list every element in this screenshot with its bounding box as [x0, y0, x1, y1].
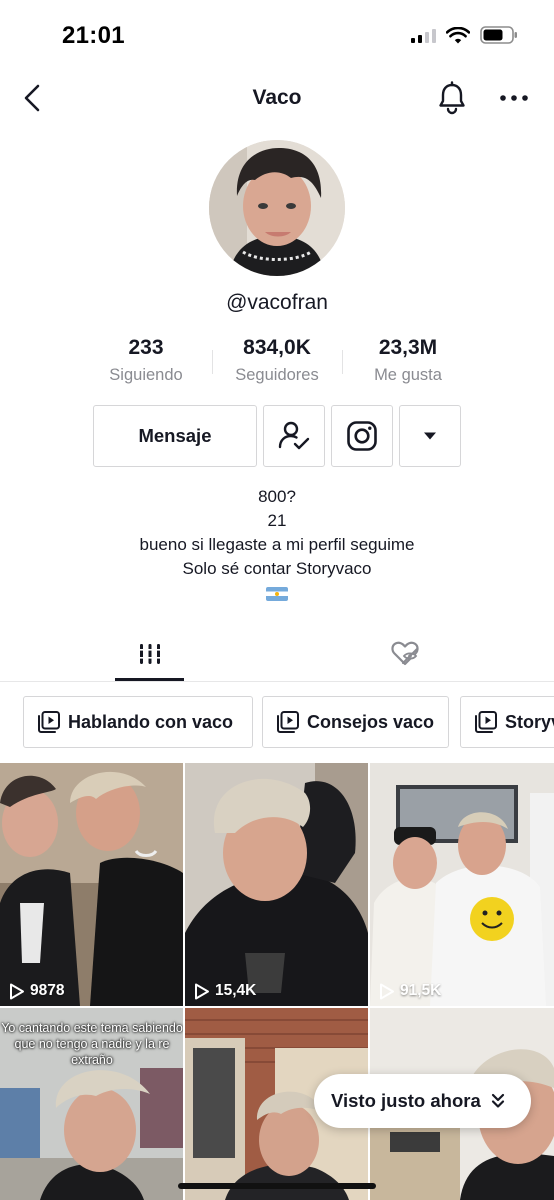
- following-status-button[interactable]: [263, 405, 325, 467]
- play-outline-icon: [10, 983, 24, 999]
- message-button-label: Mensaje: [138, 425, 212, 446]
- caret-down-icon: [424, 432, 436, 440]
- play-outline-icon: [195, 983, 209, 999]
- bio-line: 800?: [258, 487, 296, 506]
- video-caption: Yo cantando este tema sabiendo que no te…: [1, 1021, 183, 1067]
- status-time: 21:01: [62, 22, 125, 49]
- tab-videos[interactable]: [95, 626, 205, 682]
- bio-line: Solo sé contar Storyvaco: [182, 559, 372, 578]
- instagram-button[interactable]: [331, 405, 393, 467]
- thumbnail-image: [0, 763, 183, 1006]
- playlist-chip[interactable]: Consejos vaco: [262, 696, 449, 748]
- tab-liked[interactable]: [350, 626, 460, 682]
- stat-followers-label: Seguidores: [235, 366, 319, 384]
- wifi-icon: [446, 26, 470, 43]
- play-outline-icon: [380, 983, 394, 999]
- instagram-icon: [347, 421, 377, 451]
- avatar[interactable]: [209, 140, 345, 276]
- username: @vacofran: [226, 291, 328, 314]
- hidden-heart-icon: [391, 641, 419, 666]
- home-indicator[interactable]: [178, 1183, 376, 1189]
- profile-tabs: [0, 626, 554, 682]
- playlist-chip[interactable]: Hablando con vaco: [23, 696, 253, 748]
- grid-icon: [138, 644, 162, 664]
- thumbnail-image: [185, 763, 368, 1006]
- profile-stats: 233 Siguiendo 834,0K Seguidores 23,3M Me…: [0, 336, 554, 392]
- bio-line: 21: [267, 511, 287, 530]
- status-icons: [411, 26, 518, 44]
- status-bar: 21:01: [0, 0, 554, 70]
- thumbnail-image: [370, 763, 554, 1006]
- view-count-value: 15,4K: [215, 982, 257, 999]
- profile-header: Vaco: [0, 70, 554, 126]
- stat-likes-value: 23,3M: [378, 336, 438, 359]
- view-count-value: 9878: [30, 982, 65, 999]
- playlist-label: Storyv: [505, 711, 554, 732]
- stat-following-value: 233: [128, 336, 164, 359]
- bell-icon: [439, 81, 465, 115]
- stat-following[interactable]: 233 Siguiendo: [76, 336, 216, 385]
- view-count: 15,4K: [194, 982, 256, 1000]
- playlist-icon: [277, 711, 299, 733]
- avatar-photo: [209, 140, 345, 276]
- argentina-flag-icon: [266, 587, 288, 601]
- video-thumbnail[interactable]: 15,4K: [185, 763, 368, 1006]
- playlist-row: Hablando con vaco Consejos vaco Storyv: [0, 696, 554, 748]
- playlist-label: Hablando con vaco: [68, 711, 234, 732]
- bio-line: bueno si llegaste a mi perfil seguime: [139, 535, 415, 554]
- playlist-icon: [38, 711, 60, 733]
- cellular-signal-icon: [411, 27, 436, 43]
- video-grid: 9878 15,4K 91,5K Yo cantando este tema s…: [0, 763, 554, 1200]
- page-title: Vaco: [252, 86, 302, 109]
- message-button[interactable]: Mensaje: [93, 405, 257, 467]
- suggested-accounts-button[interactable]: [399, 405, 461, 467]
- video-thumbnail[interactable]: Yo cantando este tema sabiendo que no te…: [0, 1008, 183, 1200]
- seen-toast[interactable]: Visto justo ahora: [314, 1074, 531, 1128]
- more-dots-icon: [500, 95, 528, 101]
- active-tab-indicator: [115, 678, 184, 681]
- playlist-icon: [475, 711, 497, 733]
- more-options-button[interactable]: [496, 84, 532, 112]
- double-chevron-down-icon: [491, 1093, 504, 1108]
- stat-followers[interactable]: 834,0K Seguidores: [207, 336, 347, 385]
- user-check-icon: [278, 421, 310, 450]
- stat-following-label: Siguiendo: [109, 366, 183, 384]
- stat-likes[interactable]: 23,3M Me gusta: [338, 336, 478, 385]
- view-count-value: 91,5K: [400, 982, 442, 999]
- playlist-label: Consejos vaco: [307, 711, 435, 732]
- profile-actions: Mensaje: [0, 405, 554, 467]
- video-thumbnail[interactable]: 91,5K: [370, 763, 554, 1006]
- stat-likes-label: Me gusta: [374, 366, 442, 384]
- stat-followers-value: 834,0K: [243, 336, 311, 359]
- video-thumbnail[interactable]: 9878: [0, 763, 183, 1006]
- playlist-chip[interactable]: Storyv: [460, 696, 554, 748]
- toast-label: Visto justo ahora: [331, 1090, 481, 1111]
- view-count: 9878: [9, 982, 64, 1000]
- view-count: 91,5K: [379, 982, 441, 1000]
- profile-bio: 800? 21 bueno si llegaste a mi perfil se…: [0, 485, 554, 608]
- battery-icon: [480, 26, 517, 44]
- notifications-button[interactable]: [434, 80, 470, 116]
